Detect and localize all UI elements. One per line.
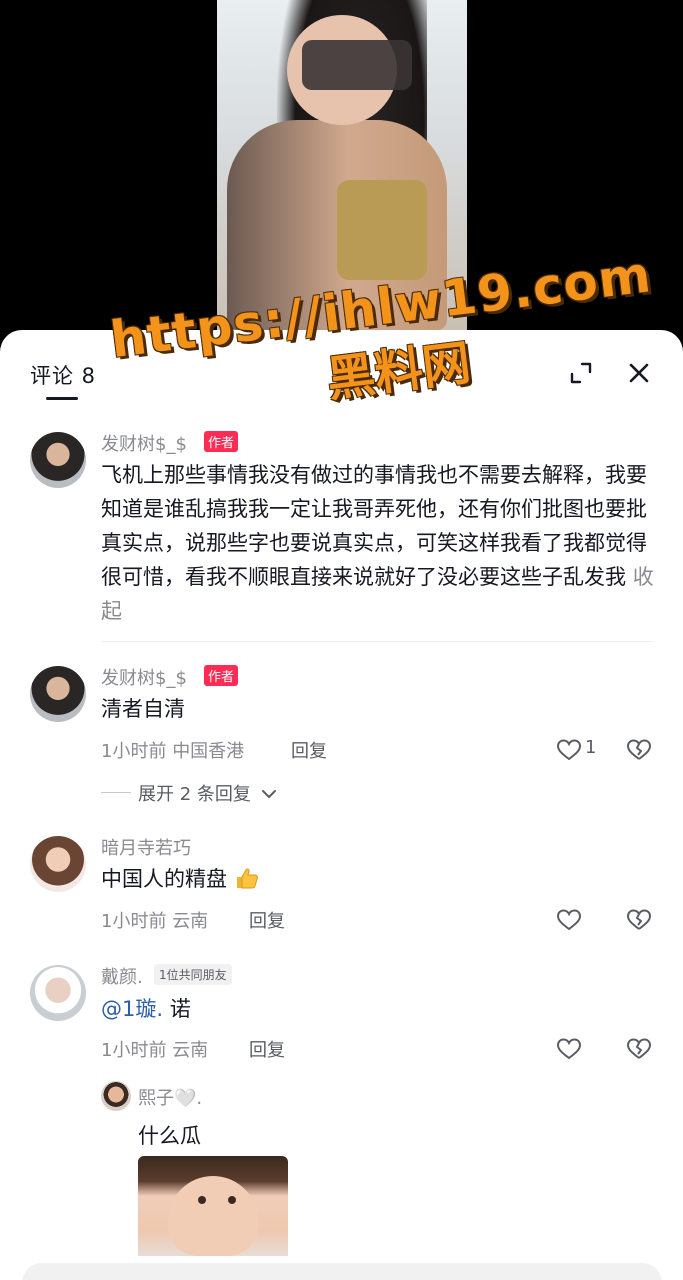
expand-icon[interactable] bbox=[568, 360, 594, 386]
comment-location: 云南 bbox=[172, 1040, 209, 1061]
avatar[interactable] bbox=[30, 666, 86, 722]
thumbs-up-emoji bbox=[236, 868, 258, 889]
comment-body: 诺 bbox=[163, 997, 191, 1021]
comment-time: 1小时前 bbox=[101, 741, 167, 762]
tab-underline bbox=[46, 397, 78, 400]
comment-username[interactable]: 戴颜. bbox=[101, 963, 143, 989]
close-icon[interactable] bbox=[626, 360, 652, 386]
heart-icon[interactable] bbox=[556, 738, 582, 762]
chevron-down-icon bbox=[261, 790, 276, 798]
video-player[interactable] bbox=[0, 0, 683, 340]
video-frame bbox=[217, 0, 467, 330]
sub-reply-image[interactable] bbox=[138, 1156, 288, 1256]
comments-tab-title[interactable]: 评论 8 bbox=[30, 360, 96, 390]
sub-reply-username[interactable]: 熙子🤍. bbox=[138, 1084, 202, 1110]
avatar[interactable] bbox=[30, 965, 86, 1021]
avatar[interactable] bbox=[30, 836, 86, 892]
expand-replies-label: 展开 2 条回复 bbox=[138, 784, 251, 805]
author-badge: 作者 bbox=[204, 431, 239, 452]
comment-meta: 1小时前 云南 bbox=[101, 907, 208, 933]
author-badge: 作者 bbox=[204, 665, 239, 686]
comment-meta: 1小时前 中国香港 bbox=[101, 737, 244, 763]
mutual-friend-badge: 1位共同朋友 bbox=[154, 964, 232, 985]
comment-username[interactable]: 暗月寺若巧 bbox=[101, 834, 191, 860]
comment-location: 云南 bbox=[172, 911, 209, 932]
comment-text: @1璇. 诺 bbox=[101, 992, 657, 1026]
comment-username[interactable]: 发财树$_$ bbox=[101, 664, 187, 690]
comment-text: 飞机上那些事情我没有做过的事情我也不需要去解释，我要知道是谁乱搞我我一定让我哥弄… bbox=[101, 458, 657, 628]
heart-icon[interactable] bbox=[556, 1037, 582, 1061]
comments-header: 评论 8 bbox=[0, 330, 683, 418]
heart-icon[interactable] bbox=[556, 908, 582, 932]
comment-meta: 1小时前 云南 bbox=[101, 1036, 208, 1062]
baby-eye bbox=[228, 1196, 236, 1204]
comment-body: 中国人的精盘 bbox=[101, 867, 227, 891]
expand-replies-button[interactable]: 展开 2 条回复 bbox=[138, 780, 277, 806]
comment-time: 1小时前 bbox=[101, 911, 167, 932]
reply-button[interactable]: 回复 bbox=[249, 1036, 285, 1062]
comment-username[interactable]: 发财树$_$ bbox=[101, 430, 187, 456]
comment-time: 1小时前 bbox=[101, 1040, 167, 1061]
reply-button[interactable]: 回复 bbox=[291, 737, 327, 763]
comment-text: 清者自清 bbox=[101, 697, 185, 721]
baby-face bbox=[168, 1176, 258, 1256]
avatar[interactable] bbox=[30, 432, 86, 488]
baby-eye bbox=[198, 1196, 206, 1204]
broken-heart-icon[interactable] bbox=[626, 908, 652, 932]
sub-reply-avatar[interactable] bbox=[101, 1081, 131, 1111]
comment-body: 飞机上那些事情我没有做过的事情我也不需要去解释，我要知道是谁乱搞我我一定让我哥弄… bbox=[101, 463, 647, 589]
video-subject-sunglasses bbox=[302, 40, 412, 90]
broken-heart-icon[interactable] bbox=[626, 1037, 652, 1061]
comments-sheet: 评论 8 发财树$_$ 作者 飞机上那些事情我没有做过的事情我也不需要去解释，我… bbox=[0, 330, 683, 1280]
sub-reply-text: 什么瓜 bbox=[138, 1124, 201, 1148]
comment-input-bar[interactable] bbox=[22, 1263, 662, 1280]
reply-button[interactable]: 回复 bbox=[249, 907, 285, 933]
comment-location: 中国香港 bbox=[172, 741, 245, 762]
broken-heart-icon[interactable] bbox=[626, 738, 652, 762]
video-subject-top bbox=[337, 180, 427, 280]
divider bbox=[101, 641, 653, 642]
mention-link[interactable]: @1璇. bbox=[101, 997, 163, 1021]
like-count: 1 bbox=[585, 737, 597, 758]
expand-replies-line bbox=[101, 792, 131, 793]
comment-text: 中国人的精盘 bbox=[101, 862, 657, 896]
